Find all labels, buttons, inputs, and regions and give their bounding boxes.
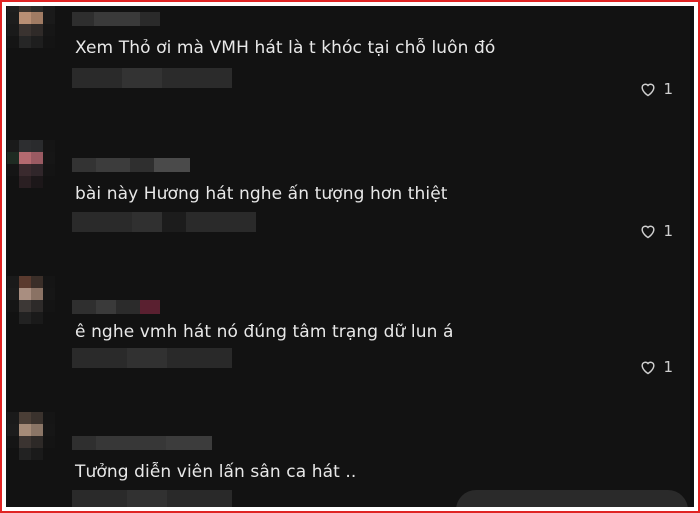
comment-item: Xem Thỏ ơi mà VMH hát là t khóc tại chỗ … [6,6,694,110]
comment-text: Tưởng diễn viên lấn sân ca hát .. [75,462,357,482]
comment-item: bài này Hương hát nghe ấn tượng hơn thiệ… [6,140,694,250]
like-button[interactable]: 1 [639,222,673,240]
comment-item: ê nghe vmh hát nó đúng tâm trạng dữ lun … [6,276,694,386]
like-button[interactable]: 1 [639,80,673,98]
username-blurred[interactable] [72,300,160,314]
like-count: 1 [663,222,673,240]
heart-outline-icon [641,83,655,97]
comment-meta-blurred [72,212,256,232]
comment-meta-blurred [72,348,232,368]
avatar[interactable] [7,6,55,62]
screenshot-frame: Xem Thỏ ơi mà VMH hát là t khóc tại chỗ … [0,0,700,513]
comment-meta-blurred [72,68,232,88]
comment-text: ê nghe vmh hát nó đúng tâm trạng dữ lun … [75,322,454,342]
like-count: 1 [663,80,673,98]
like-button[interactable]: 1 [639,358,673,376]
comments-panel: Xem Thỏ ơi mà VMH hát là t khóc tại chỗ … [6,6,694,507]
avatar[interactable] [7,412,55,474]
avatar[interactable] [7,276,55,338]
avatar[interactable] [7,140,55,202]
username-blurred[interactable] [72,436,212,450]
heart-outline-icon [641,361,655,375]
comment-meta-blurred [72,490,232,507]
comment-text: bài này Hương hát nghe ấn tượng hơn thiệ… [75,184,448,204]
heart-outline-icon [641,225,655,239]
username-blurred[interactable] [72,158,190,172]
username-blurred[interactable] [72,12,160,26]
comment-text: Xem Thỏ ơi mà VMH hát là t khóc tại chỗ … [75,38,496,58]
like-count: 1 [663,358,673,376]
reply-bubble[interactable] [456,490,688,507]
